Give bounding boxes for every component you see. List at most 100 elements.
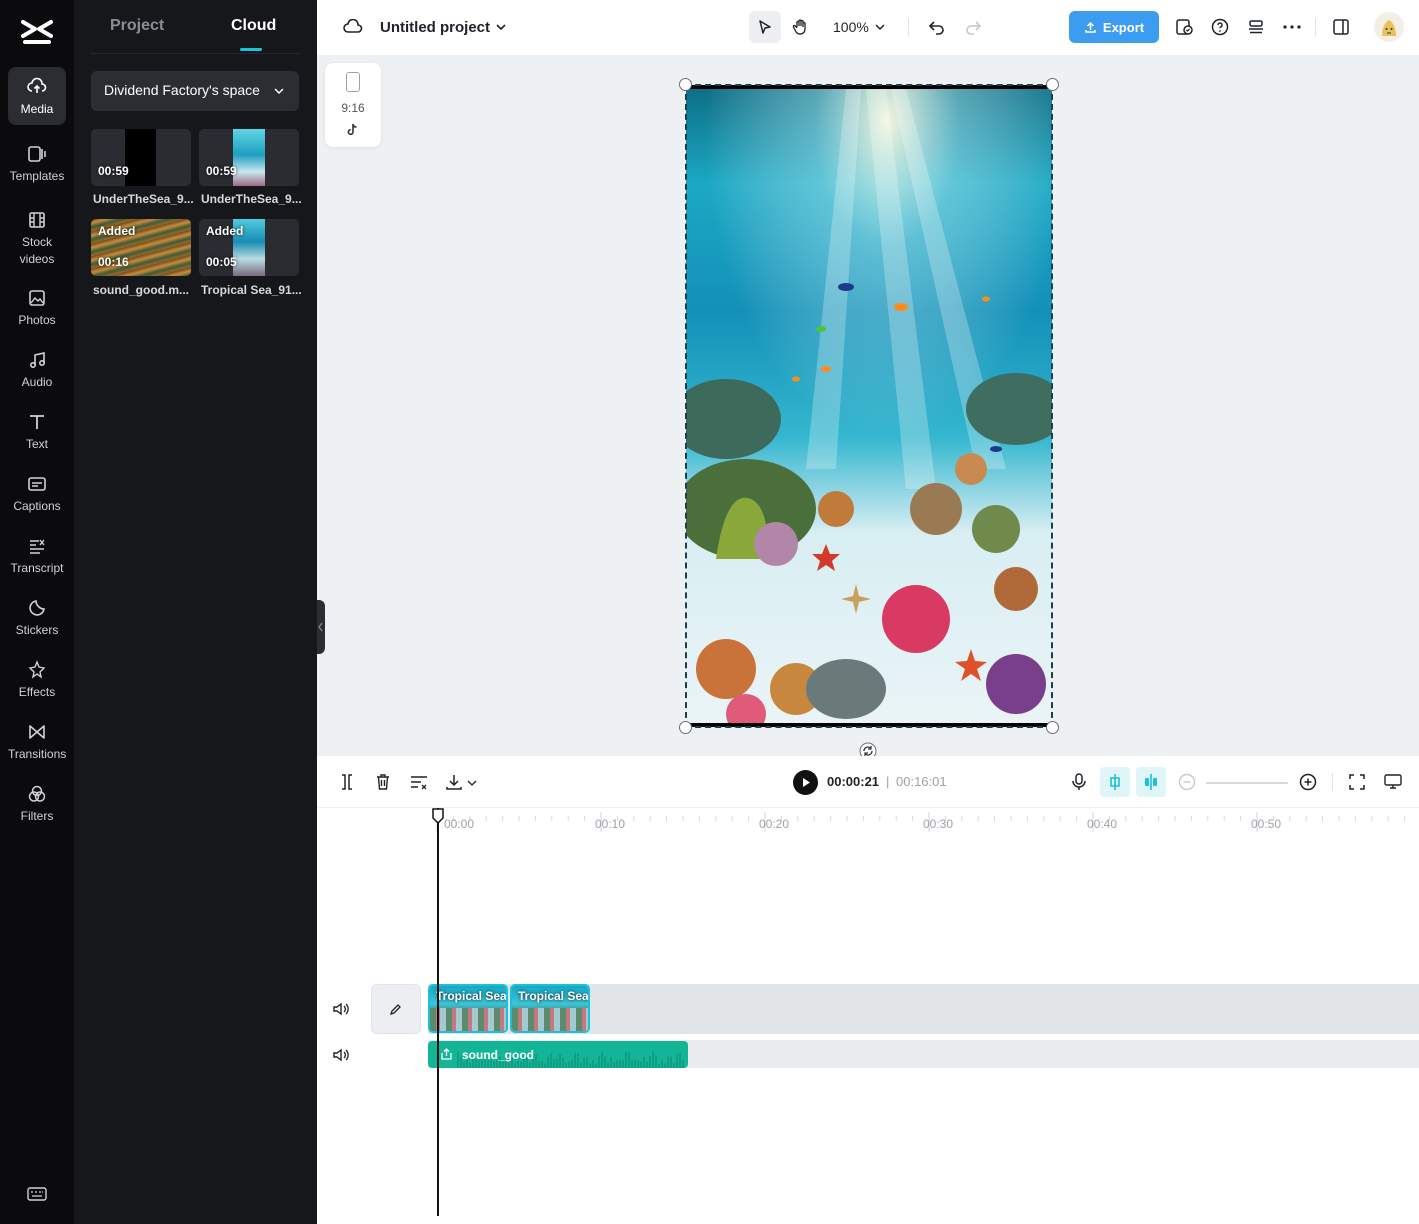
pencil-icon	[389, 1004, 401, 1016]
audio-clip[interactable]: sound_good	[428, 1041, 688, 1068]
timeline[interactable]: 00:00 00:10 00:20 00:30 00:40 00:50 Trop…	[317, 808, 1419, 1224]
keyboard-icon[interactable]	[27, 1186, 47, 1202]
magnet-snap-icon	[1110, 774, 1120, 790]
delete-button[interactable]	[371, 770, 395, 794]
speaker-icon[interactable]	[331, 1045, 351, 1065]
resize-handle-bottom-right[interactable]	[1046, 721, 1059, 734]
aspect-ratio-label: 9:16	[341, 101, 365, 115]
rail-item-text[interactable]: Text	[8, 402, 66, 460]
transition-icon	[29, 725, 45, 739]
record-voice-button[interactable]	[1067, 770, 1091, 794]
layout-toggle-button[interactable]	[1325, 11, 1357, 43]
rail-item-filters[interactable]: Filters	[8, 774, 66, 832]
video-preview[interactable]	[686, 85, 1052, 727]
edit-clip-button[interactable]	[407, 770, 431, 794]
shield-badge-button[interactable]	[1168, 11, 1200, 43]
video-clip[interactable]: Tropical Sea	[428, 984, 508, 1033]
undo-button[interactable]	[921, 11, 953, 43]
tab-cloud[interactable]: Cloud	[231, 17, 276, 35]
active-tab-indicator	[240, 48, 262, 51]
tab-project[interactable]: Project	[110, 17, 164, 35]
current-time: 00:00:21	[827, 774, 880, 789]
filters-icon	[28, 785, 46, 802]
split-button[interactable]	[335, 770, 359, 794]
rail-label: Stickers	[15, 623, 59, 637]
help-icon	[1211, 18, 1229, 36]
rail-item-transitions[interactable]: Transitions	[8, 712, 66, 770]
avatar[interactable]	[1374, 12, 1404, 42]
media-name: sound_good.m...	[93, 283, 189, 297]
cloud-save-icon[interactable]	[337, 11, 369, 43]
rail-item-media[interactable]: Media	[8, 67, 66, 125]
rail-label: Media	[20, 102, 54, 116]
fit-timeline-button[interactable]	[1345, 770, 1369, 794]
music-file-icon	[441, 1048, 452, 1060]
media-thumbnail[interactable]: Added 00:16	[91, 219, 191, 276]
image-icon	[29, 290, 45, 306]
redo-button[interactable]	[957, 11, 989, 43]
zoom-out-button[interactable]	[1175, 770, 1199, 794]
divider	[1332, 773, 1333, 791]
resize-handle-top-right[interactable]	[1046, 78, 1059, 91]
hand-tool-button[interactable]	[785, 11, 817, 43]
timeline-zoom-slider[interactable]	[1206, 782, 1288, 784]
rail-item-stickers[interactable]: Stickers	[8, 588, 66, 646]
timeline-settings-button[interactable]	[1381, 770, 1405, 794]
redo-icon	[966, 21, 982, 35]
resize-handle-top-left[interactable]	[679, 78, 692, 91]
minus-circle-icon	[1178, 773, 1196, 791]
top-bar: Untitled project 100% Export	[317, 0, 1419, 55]
linkage-toggle[interactable]	[1136, 767, 1166, 797]
total-time: 00:16:01	[896, 774, 947, 789]
chevron-down-icon[interactable]	[467, 779, 477, 787]
align-center-icon	[1145, 774, 1157, 790]
rail-item-effects[interactable]: Effects	[8, 650, 66, 708]
play-icon	[803, 778, 810, 787]
rail-item-transcript[interactable]: Transcript	[8, 526, 66, 584]
layers-button[interactable]	[1240, 11, 1272, 43]
capcut-logo[interactable]	[20, 16, 54, 46]
chevron-down-icon[interactable]	[874, 21, 886, 33]
timeline-toolbar: 00:00:21 | 00:16:01	[317, 756, 1419, 808]
ruler-label: 00:40	[1087, 817, 1118, 831]
split-panel-icon	[1333, 19, 1349, 35]
export-button[interactable]: Export	[1069, 11, 1159, 43]
resize-handle-bottom-left[interactable]	[679, 721, 692, 734]
project-title[interactable]: Untitled project	[380, 19, 490, 36]
video-clip[interactable]: Tropical Sea	[510, 984, 590, 1033]
collapse-panel-handle[interactable]	[317, 600, 325, 654]
playhead[interactable]	[437, 808, 439, 1216]
cover-edit-button[interactable]	[371, 984, 421, 1034]
speaker-icon[interactable]	[331, 999, 351, 1019]
space-selector[interactable]: Dividend Factory's space	[91, 71, 299, 111]
divider	[1315, 18, 1316, 36]
media-thumbnail[interactable]: Added 00:05	[199, 219, 299, 276]
chevron-down-icon[interactable]	[495, 21, 507, 33]
zoom-in-button[interactable]	[1296, 770, 1320, 794]
added-badge: Added	[206, 224, 244, 238]
auto-snap-toggle[interactable]	[1100, 767, 1130, 797]
time-separator: |	[886, 774, 890, 789]
ruler-label: 00:30	[923, 817, 954, 831]
rail-item-captions[interactable]: Captions	[8, 464, 66, 522]
play-button[interactable]	[793, 770, 818, 795]
rail-item-photos[interactable]: Photos	[8, 278, 66, 336]
rail-item-stock-videos[interactable]: Stock videos	[8, 200, 66, 270]
help-button[interactable]	[1204, 11, 1236, 43]
rail-label: Templates	[9, 169, 65, 183]
select-tool-button[interactable]	[749, 11, 781, 43]
ruler-label: 00:10	[595, 817, 626, 831]
left-rail: Media Templates Stock videos Photos Audi…	[0, 0, 74, 1224]
media-thumbnail[interactable]: 00:59	[199, 129, 299, 186]
zoom-level[interactable]: 100%	[833, 19, 869, 35]
media-thumbnail[interactable]: 00:59	[91, 129, 191, 186]
download-button[interactable]	[442, 770, 466, 794]
clip-label: Tropical Sea	[436, 989, 507, 1003]
transcript-icon	[30, 539, 45, 554]
more-button[interactable]	[1276, 11, 1308, 43]
playhead-handle[interactable]	[432, 808, 444, 824]
rail-label: Filters	[20, 809, 54, 823]
aspect-ratio-button[interactable]: 9:16	[325, 63, 381, 147]
rail-item-audio[interactable]: Audio	[8, 340, 66, 398]
rail-item-templates[interactable]: Templates	[8, 134, 66, 192]
